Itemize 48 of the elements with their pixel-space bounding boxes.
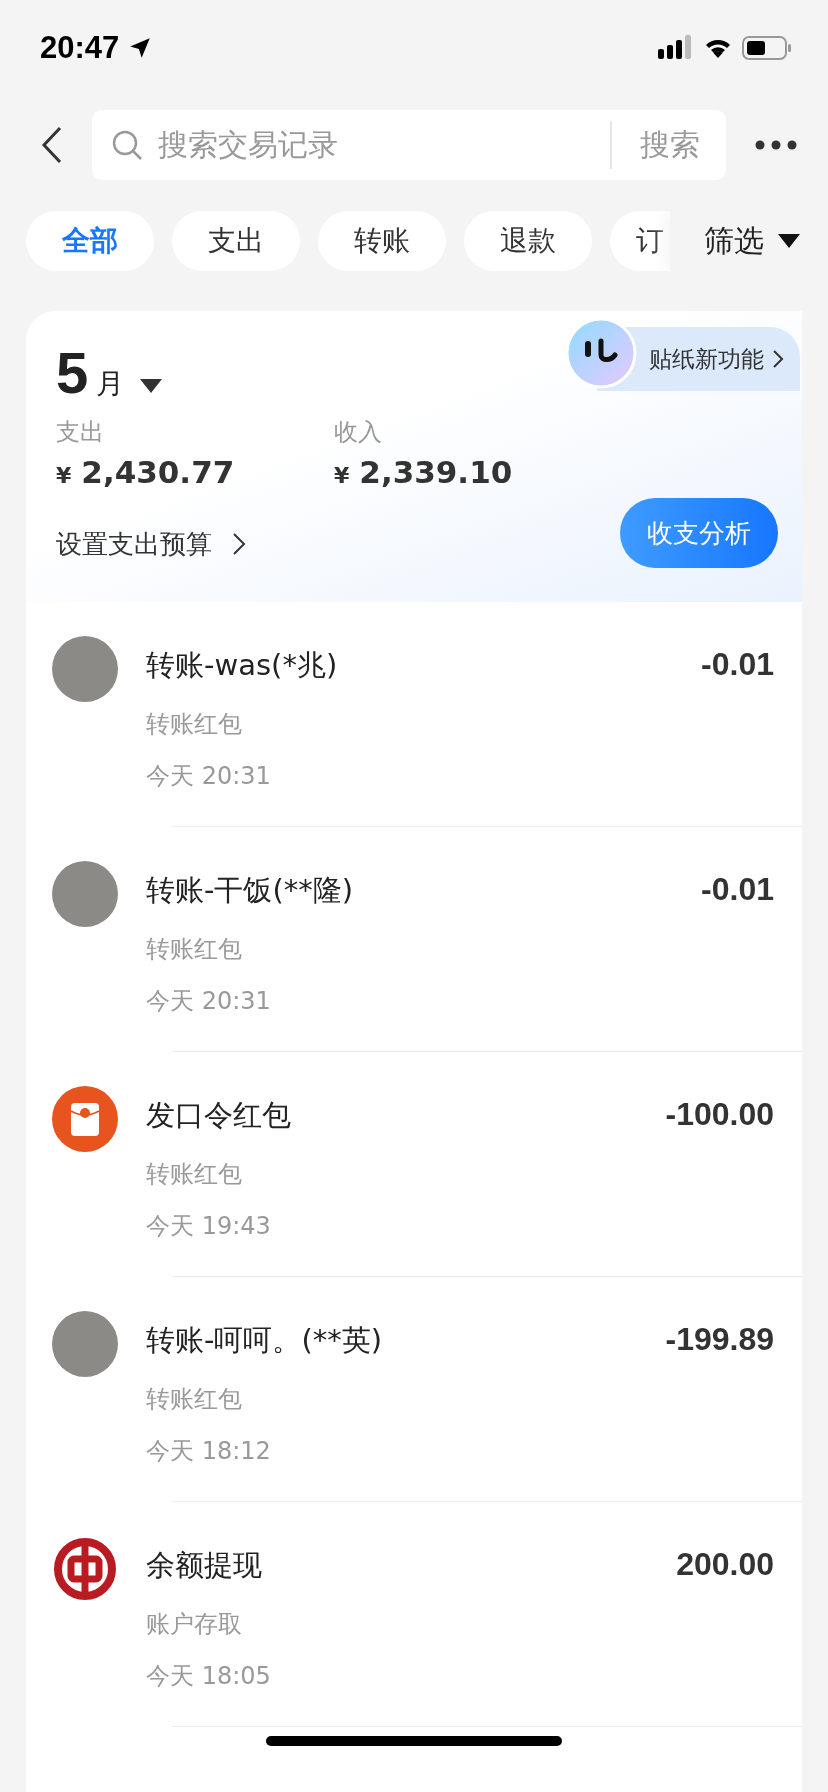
filter-tab[interactable]: 支出 <box>172 211 300 271</box>
signal-icon <box>658 35 694 61</box>
transaction-category: 转账红包 <box>146 1384 243 1415</box>
transaction-category: 转账红包 <box>146 934 243 965</box>
smiley-sticker-icon <box>565 317 637 389</box>
caret-icon <box>778 234 800 248</box>
bank-logo-icon <box>53 1537 117 1601</box>
expense-total: 2,430.77 <box>81 454 235 490</box>
filter-tab[interactable]: 转账 <box>318 211 446 271</box>
transaction-category: 转账红包 <box>146 709 243 740</box>
transaction-amount: -199.89 <box>665 1321 774 1358</box>
transaction-title: 转账-呵呵。(**英) <box>146 1322 384 1359</box>
currency-symbol: ¥ <box>56 463 72 488</box>
transaction-time: 今天 20:31 <box>146 761 272 792</box>
transaction-time: 今天 18:05 <box>146 1661 272 1692</box>
transaction-amount: 200.00 <box>676 1546 774 1583</box>
filter-tab[interactable]: 订 <box>610 211 670 271</box>
expense-label: 支出 <box>56 417 105 448</box>
chevron-right-icon <box>772 349 784 369</box>
more-icon[interactable] <box>754 139 798 151</box>
back-icon[interactable] <box>40 126 64 164</box>
caret-icon <box>140 379 163 393</box>
income-label: 收入 <box>334 417 383 448</box>
transaction-amount: -0.01 <box>701 646 774 683</box>
chevron-right-icon <box>232 532 246 556</box>
income-total: 2,339.10 <box>359 454 513 490</box>
transaction-title: 发口令红包 <box>146 1097 292 1134</box>
transaction-title: 余额提现 <box>146 1547 263 1584</box>
month-picker[interactable]: 5 月 <box>56 339 163 406</box>
transaction-time: 今天 20:31 <box>146 986 272 1017</box>
transaction-time: 今天 19:43 <box>146 1211 272 1242</box>
transaction-title: 转账-干饭(**隆) <box>146 872 355 909</box>
envelope-icon <box>52 1086 118 1152</box>
budget-link[interactable]: 设置支出预算 <box>56 526 246 562</box>
filter-button[interactable]: 筛选 <box>680 211 828 271</box>
battery-icon <box>742 35 792 61</box>
currency-symbol: ¥ <box>334 463 350 488</box>
transaction-title: 转账-was(*兆) <box>146 647 339 684</box>
transaction-amount: -0.01 <box>701 871 774 908</box>
filter-tab[interactable]: 全部 <box>26 211 154 271</box>
transaction-category: 转账红包 <box>146 1159 243 1190</box>
transaction-amount: -100.00 <box>665 1096 774 1133</box>
status-time: 20:47 <box>40 30 120 66</box>
filter-tab[interactable]: 退款 <box>464 211 592 271</box>
analysis-button[interactable]: 收支分析 <box>620 498 778 568</box>
transaction-time: 今天 18:12 <box>146 1436 272 1467</box>
search-icon <box>110 128 144 162</box>
transaction-category: 账户存取 <box>146 1609 243 1640</box>
